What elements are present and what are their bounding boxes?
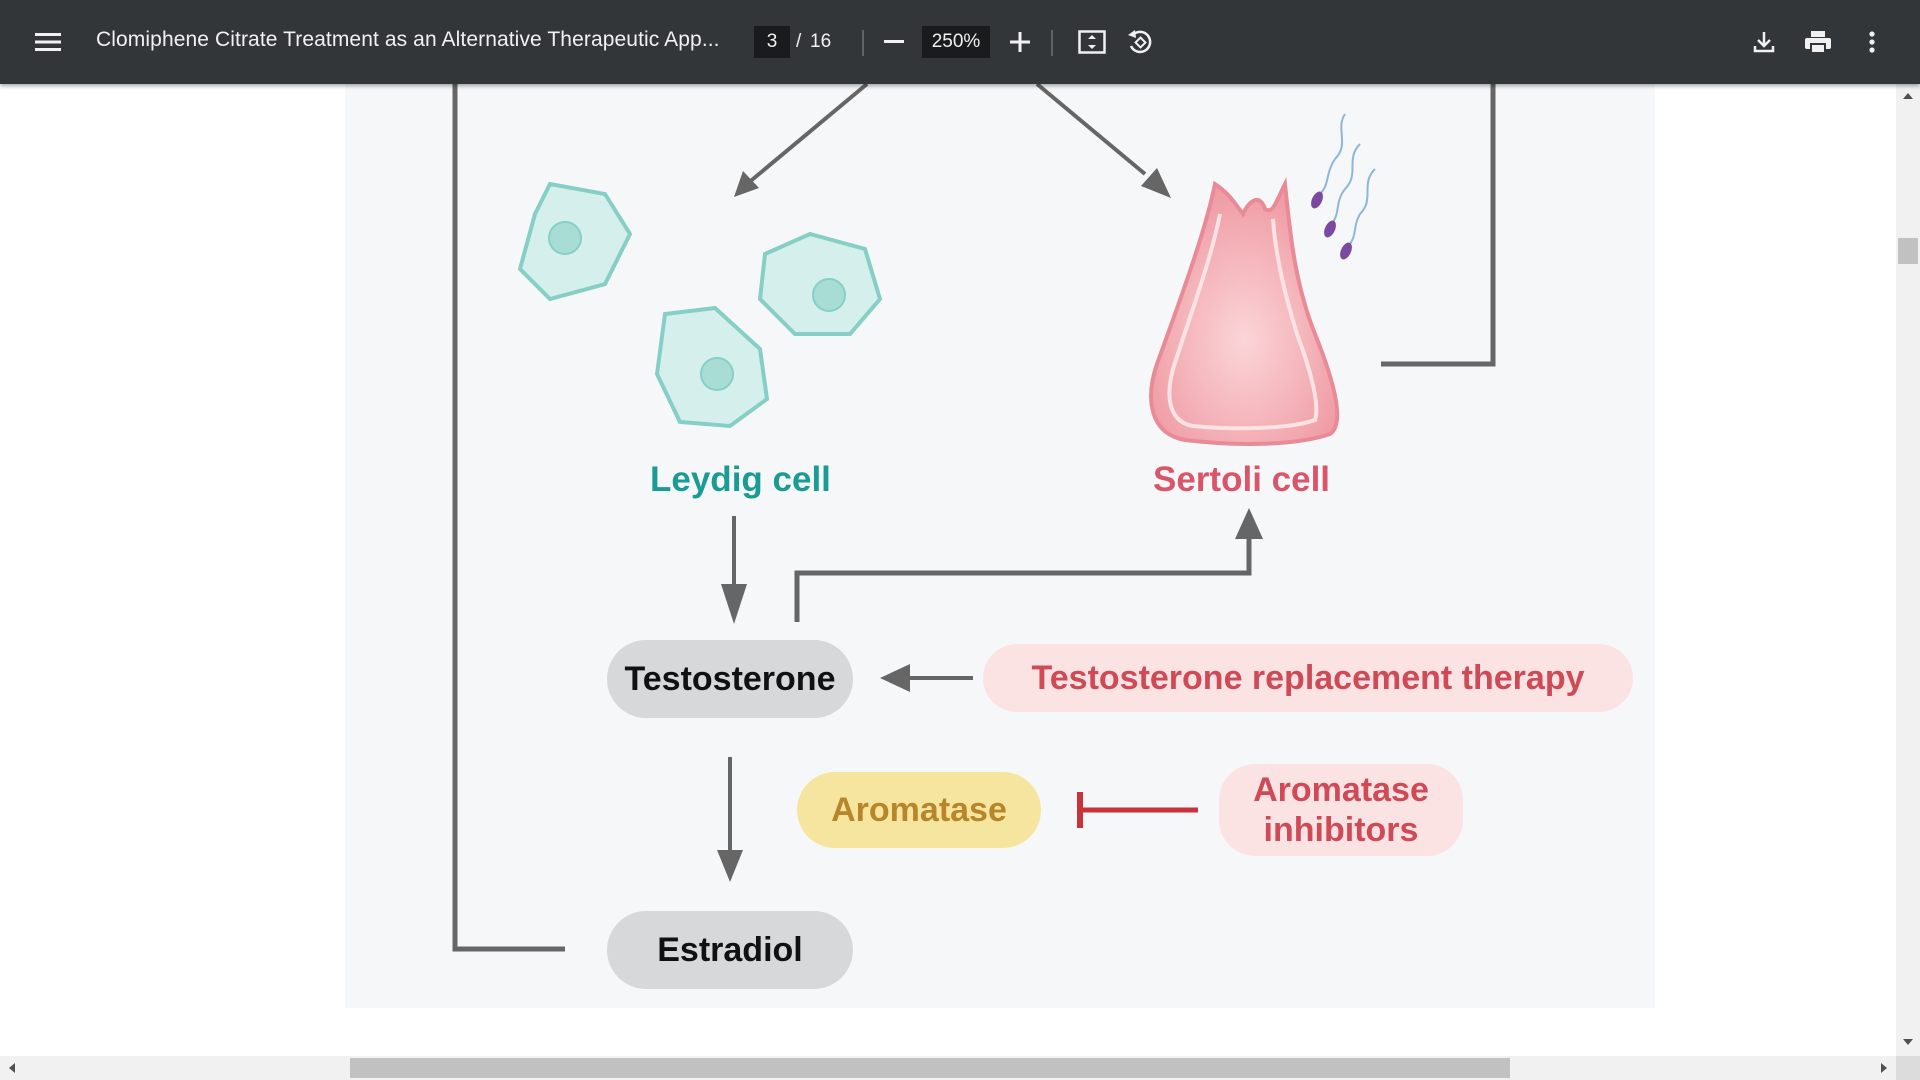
aromatase-node: Aromatase (797, 772, 1041, 848)
zoom-input[interactable]: 250% (922, 26, 990, 58)
print-button[interactable] (1800, 24, 1836, 60)
estradiol-node: Estradiol (607, 911, 853, 989)
document-title: Clomiphene Citrate Treatment as an Alter… (96, 28, 720, 51)
minus-icon (884, 40, 904, 43)
menu-button[interactable] (28, 22, 68, 62)
triangle-left-icon (9, 1063, 15, 1073)
total-pages: 16 (810, 31, 832, 52)
zoom-in-button[interactable] (1002, 24, 1038, 60)
page-separator: / (796, 31, 802, 52)
pdf-toolbar: Clomiphene Citrate Treatment as an Alter… (0, 0, 1920, 84)
toolbar-divider (1051, 30, 1053, 56)
print-icon (1805, 31, 1831, 54)
triangle-down-icon (1903, 1039, 1913, 1045)
arrow-testosterone-to-sertoli (794, 536, 1252, 622)
horizontal-scroll-thumb[interactable] (350, 1058, 1510, 1078)
rotate-icon (1128, 30, 1152, 54)
feedback-line-right (1381, 84, 1496, 367)
plus-icon (1010, 32, 1030, 52)
scroll-right-button[interactable] (1872, 1056, 1896, 1080)
more-options-button[interactable] (1854, 24, 1890, 60)
aromatase-inhibitors-line1: Aromatase (1253, 771, 1429, 809)
more-vert-icon (1869, 31, 1875, 53)
document-viewer[interactable]: Leydig cell Sertoli cell Testosterone Te… (0, 84, 1896, 1056)
sertoli-cell-label: Sertoli cell (1153, 460, 1331, 499)
trt-node: Testosterone replacement therapy (983, 644, 1633, 712)
figure-diagram (452, 84, 1496, 952)
page-number-input[interactable]: 3 (754, 26, 790, 58)
vertical-scrollbar[interactable] (1896, 84, 1920, 1056)
aromatase-inhibitors-node: Aromatase inhibitors (1219, 764, 1463, 856)
scroll-up-button[interactable] (1896, 84, 1920, 108)
leydig-cells-illustration (517, 181, 883, 429)
triangle-up-icon (1903, 93, 1913, 99)
toolbar-divider (862, 30, 864, 56)
hamburger-icon (35, 33, 61, 51)
testosterone-node: Testosterone (607, 640, 853, 718)
pdf-page: Leydig cell Sertoli cell Testosterone Te… (345, 84, 1655, 1008)
arrow-to-sertoli (1035, 84, 1147, 176)
fit-page-button[interactable] (1074, 24, 1110, 60)
zoom-out-button[interactable] (876, 24, 912, 60)
scroll-down-button[interactable] (1896, 1030, 1920, 1054)
fit-to-page-icon (1078, 30, 1106, 54)
aromatase-inhibitors-line2: inhibitors (1263, 811, 1419, 849)
download-button[interactable] (1746, 24, 1782, 60)
rotate-button[interactable] (1122, 24, 1158, 60)
arrow-to-leydig (745, 84, 869, 186)
sertoli-cell-illustration (1149, 113, 1376, 446)
triangle-right-icon (1881, 1063, 1887, 1073)
scroll-left-button[interactable] (0, 1056, 24, 1080)
download-icon (1753, 32, 1775, 53)
leydig-cell-label: Leydig cell (650, 460, 831, 499)
vertical-scroll-thumb[interactable] (1898, 238, 1918, 264)
scrollbar-corner (1896, 1056, 1920, 1080)
